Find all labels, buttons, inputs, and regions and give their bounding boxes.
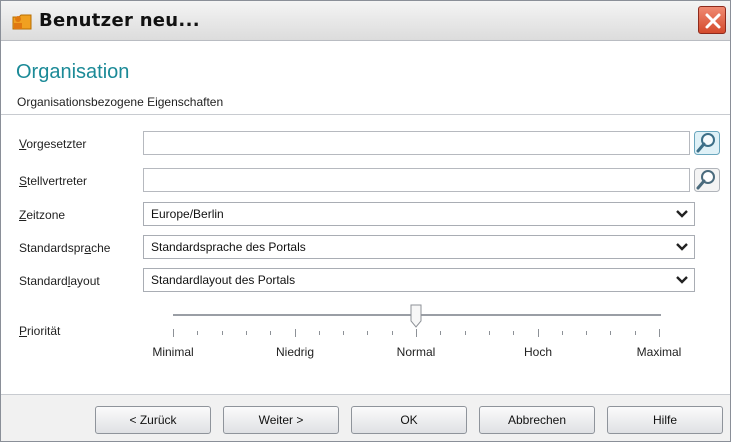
slider-tick bbox=[659, 329, 660, 337]
folder-user-icon bbox=[11, 11, 33, 31]
slider-tick bbox=[538, 329, 539, 337]
close-icon bbox=[705, 13, 721, 29]
zeitzone-select[interactable]: Europe/Berlin bbox=[143, 202, 695, 226]
help-button[interactable]: Hilfe bbox=[607, 406, 723, 434]
slider-tick bbox=[222, 331, 223, 335]
slider-tick bbox=[635, 331, 636, 335]
slider-level-label: Minimal bbox=[152, 345, 194, 359]
dialog-window: Benutzer neu... Organisation Organisatio… bbox=[0, 0, 731, 442]
slider-thumb[interactable] bbox=[410, 304, 422, 328]
chevron-down-icon bbox=[676, 276, 688, 284]
zeitzone-label: Zeitzone bbox=[19, 208, 66, 222]
slider-tick bbox=[513, 331, 514, 335]
window-title: Benutzer neu... bbox=[39, 10, 200, 31]
ok-button[interactable]: OK bbox=[351, 406, 467, 434]
slider-level-label: Normal bbox=[396, 345, 436, 359]
slider-tick bbox=[586, 331, 587, 335]
section-header: Organisation Organisationsbezogene Eigen… bbox=[1, 42, 730, 114]
standardlayout-select[interactable]: Standardlayout des Portals bbox=[143, 268, 695, 292]
slider-tick bbox=[465, 331, 466, 335]
close-button[interactable] bbox=[698, 6, 726, 34]
back-button[interactable]: < Zurück bbox=[95, 406, 211, 434]
next-button[interactable]: Weiter > bbox=[223, 406, 339, 434]
slider-tick bbox=[416, 329, 417, 337]
button-bar: < Zurück Weiter > OK Abbrechen Hilfe bbox=[1, 394, 730, 441]
header-divider bbox=[1, 114, 730, 115]
slider-tick bbox=[270, 331, 271, 335]
slider-tick bbox=[295, 329, 296, 337]
slider-level-label: Niedrig bbox=[275, 345, 315, 359]
slider-tick bbox=[173, 329, 174, 337]
slider-tick bbox=[562, 331, 563, 335]
prioritaet-label: Priorität bbox=[19, 324, 61, 338]
standardsprache-label: Standardsprache bbox=[19, 241, 111, 255]
section-subtitle: Organisationsbezogene Eigenschaften bbox=[17, 95, 224, 109]
slider-tick bbox=[610, 331, 611, 335]
vorgesetzter-search-button[interactable] bbox=[694, 131, 720, 155]
slider-tick bbox=[197, 331, 198, 335]
stellvertreter-input[interactable] bbox=[143, 168, 690, 192]
slider-tick bbox=[246, 331, 247, 335]
chevron-down-icon bbox=[676, 210, 688, 218]
standardlayout-label: Standardlayout bbox=[19, 274, 100, 288]
chevron-down-icon bbox=[676, 243, 688, 251]
zeitzone-value: Europe/Berlin bbox=[151, 207, 224, 221]
priority-slider[interactable]: Minimal Niedrig Normal Hoch Maximal bbox=[152, 301, 681, 361]
search-icon bbox=[694, 131, 720, 155]
search-icon bbox=[694, 168, 720, 192]
standardlayout-value: Standardlayout des Portals bbox=[151, 273, 296, 287]
slider-tick bbox=[319, 331, 320, 335]
slider-level-label: Maximal bbox=[636, 345, 682, 359]
slider-tick bbox=[489, 331, 490, 335]
slider-tick bbox=[392, 331, 393, 335]
stellvertreter-search-button[interactable] bbox=[694, 168, 720, 192]
cancel-button[interactable]: Abbrechen bbox=[479, 406, 595, 434]
slider-level-label: Hoch bbox=[523, 345, 553, 359]
slider-tick bbox=[343, 331, 344, 335]
vorgesetzter-label: Vorgesetzter bbox=[19, 137, 87, 151]
title-bar[interactable]: Benutzer neu... bbox=[1, 1, 730, 41]
slider-tick bbox=[367, 331, 368, 335]
stellvertreter-label: Stellvertreter bbox=[19, 174, 88, 188]
standardsprache-value: Standardsprache des Portals bbox=[151, 240, 306, 254]
slider-tick bbox=[440, 331, 441, 335]
vorgesetzter-input[interactable] bbox=[143, 131, 690, 155]
section-title: Organisation bbox=[16, 61, 130, 83]
standardsprache-select[interactable]: Standardsprache des Portals bbox=[143, 235, 695, 259]
